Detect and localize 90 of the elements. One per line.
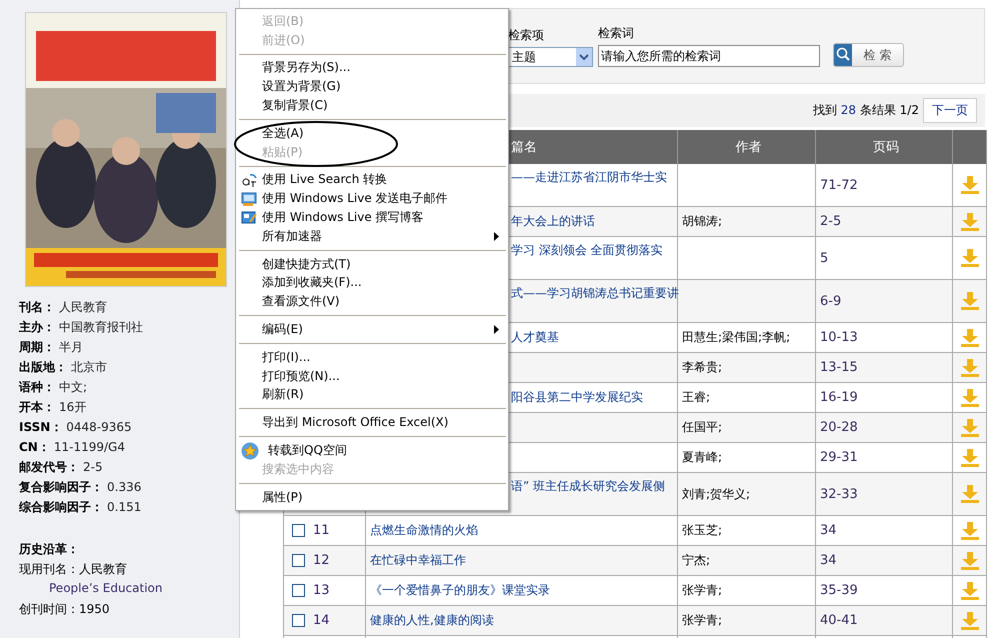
- row-number: 11: [313, 523, 330, 538]
- info-label: 开本：: [19, 399, 55, 416]
- menu-item[interactable]: 打印预览(N)...: [236, 366, 508, 386]
- current-name: 现用刊名：人民教育: [19, 561, 128, 578]
- info-value: 人民教育: [59, 299, 107, 316]
- next-page-button[interactable]: 下一页: [923, 98, 977, 123]
- row-checkbox[interactable]: [292, 554, 305, 567]
- row-checkbox[interactable]: [292, 584, 305, 597]
- article-title-link[interactable]: 《一个爱惜鼻子的朋友》课堂实录: [370, 582, 550, 599]
- download-icon[interactable]: [960, 248, 980, 268]
- info-value: 北京市: [71, 359, 107, 376]
- download-icon[interactable]: [960, 484, 980, 504]
- info-label: 周期：: [19, 339, 55, 356]
- results-count: 找到 28 条结果 1/2: [812, 102, 919, 119]
- row-checkbox[interactable]: [292, 524, 305, 537]
- info-label: 邮发代号：: [19, 459, 79, 476]
- article-title-link[interactable]: 健康的人性,健康的阅读: [370, 612, 494, 629]
- info-label: 复合影响因子：: [19, 479, 103, 496]
- menu-item[interactable]: 背景另存为(S)...: [236, 58, 508, 78]
- dropdown-icon: [576, 48, 592, 66]
- menu-item[interactable]: 所有加速器: [236, 226, 508, 246]
- article-title-link[interactable]: ——走进江苏省江阴市华士实: [511, 169, 667, 186]
- search-icon: [834, 44, 852, 66]
- menu-item[interactable]: 复制背景(C): [236, 96, 508, 115]
- article-title-link[interactable]: 人才奠基: [511, 329, 559, 346]
- article-title-link[interactable]: 年大会上的讲话: [511, 213, 595, 230]
- menu-item[interactable]: 打印(I)...: [236, 348, 508, 367]
- menu-item[interactable]: 添加到收藏夹(F)...: [236, 274, 508, 292]
- menu-item[interactable]: 转载到QQ空间: [236, 441, 508, 460]
- download-icon[interactable]: [960, 328, 980, 348]
- download-icon[interactable]: [960, 388, 980, 408]
- field-label: 检索项: [508, 27, 545, 44]
- row-number: 14: [313, 613, 330, 628]
- info-label: 出版地：: [19, 359, 67, 376]
- download-icon[interactable]: [960, 418, 980, 438]
- row-number: 13: [313, 583, 330, 598]
- download-icon[interactable]: [960, 291, 980, 311]
- info-value: 16开: [59, 399, 86, 416]
- founded-date: 创刊时间：1950: [19, 601, 111, 618]
- info-label: 综合影响因子：: [19, 499, 103, 516]
- menu-item[interactable]: 使用 Windows Live 发送电子邮件: [236, 189, 508, 208]
- download-icon[interactable]: [960, 610, 980, 630]
- field-select[interactable]: 主题: [508, 47, 593, 67]
- term-label: 检索词: [598, 25, 635, 42]
- submenu-arrow-icon: [494, 232, 499, 241]
- download-icon[interactable]: [960, 358, 980, 378]
- search-button[interactable]: 检 索: [833, 43, 904, 67]
- article-title-link[interactable]: 学习 深刻领会 全面贯彻落实: [511, 242, 663, 259]
- info-label: CN：: [19, 439, 50, 456]
- mail-icon: [241, 190, 257, 207]
- download-icon[interactable]: [960, 580, 980, 600]
- info-label: 刊名：: [19, 299, 55, 316]
- info-label: 主办：: [19, 319, 55, 336]
- info-value: 0.151: [107, 500, 142, 514]
- download-icon[interactable]: [960, 212, 980, 232]
- download-icon[interactable]: [960, 175, 980, 195]
- download-icon[interactable]: [960, 520, 980, 540]
- info-value: 中国教育报刊社: [59, 319, 143, 336]
- menu-item[interactable]: 查看源文件(V): [236, 292, 508, 312]
- info-value: 0448-9365: [66, 420, 132, 434]
- translate-icon: [241, 172, 257, 188]
- article-title-link[interactable]: 点燃生命激情的火焰: [370, 522, 478, 539]
- submenu-arrow-icon: [494, 325, 499, 334]
- section-title: 历史沿革：: [19, 541, 80, 558]
- search-field[interactable]: 请输入您所需的检索词: [598, 45, 820, 67]
- info-value: 0.336: [107, 480, 142, 494]
- menu-item[interactable]: 使用 Live Search 转换: [236, 170, 508, 190]
- info-value: 中文;: [59, 379, 88, 396]
- row-number: 12: [313, 553, 330, 568]
- article-title-link[interactable]: 语” 班主任成长研究会发展侧: [511, 478, 666, 495]
- menu-item[interactable]: 设置为背景(G): [236, 77, 508, 96]
- info-label: 语种：: [19, 379, 55, 396]
- article-title-link[interactable]: 在忙碌中幸福工作: [370, 552, 466, 569]
- download-icon[interactable]: [960, 550, 980, 570]
- info-value: 2-5: [83, 460, 103, 474]
- menu-item[interactable]: 编码(E): [236, 320, 508, 339]
- article-title-link[interactable]: 式——学习胡锦涛总书记重要讲: [511, 285, 679, 302]
- info-label: ISSN：: [19, 419, 62, 436]
- menu-item[interactable]: 刷新(R): [236, 386, 508, 404]
- english-name: People’s Education: [48, 581, 164, 597]
- menu-item[interactable]: 创建快捷方式(T): [236, 254, 508, 274]
- info-value: 半月: [59, 339, 83, 356]
- blog-icon: [241, 210, 257, 226]
- menu-item[interactable]: 使用 Windows Live 撰写博客: [236, 208, 508, 227]
- info-value: 11-1199/G4: [54, 440, 125, 454]
- menu-item[interactable]: 属性(P): [236, 488, 508, 507]
- download-icon[interactable]: [960, 448, 980, 468]
- menu-item[interactable]: 导出到 Microsoft Office Excel(X): [236, 413, 508, 432]
- row-checkbox[interactable]: [292, 614, 305, 627]
- article-title-link[interactable]: 阳谷县第二中学发展纪实: [511, 389, 643, 406]
